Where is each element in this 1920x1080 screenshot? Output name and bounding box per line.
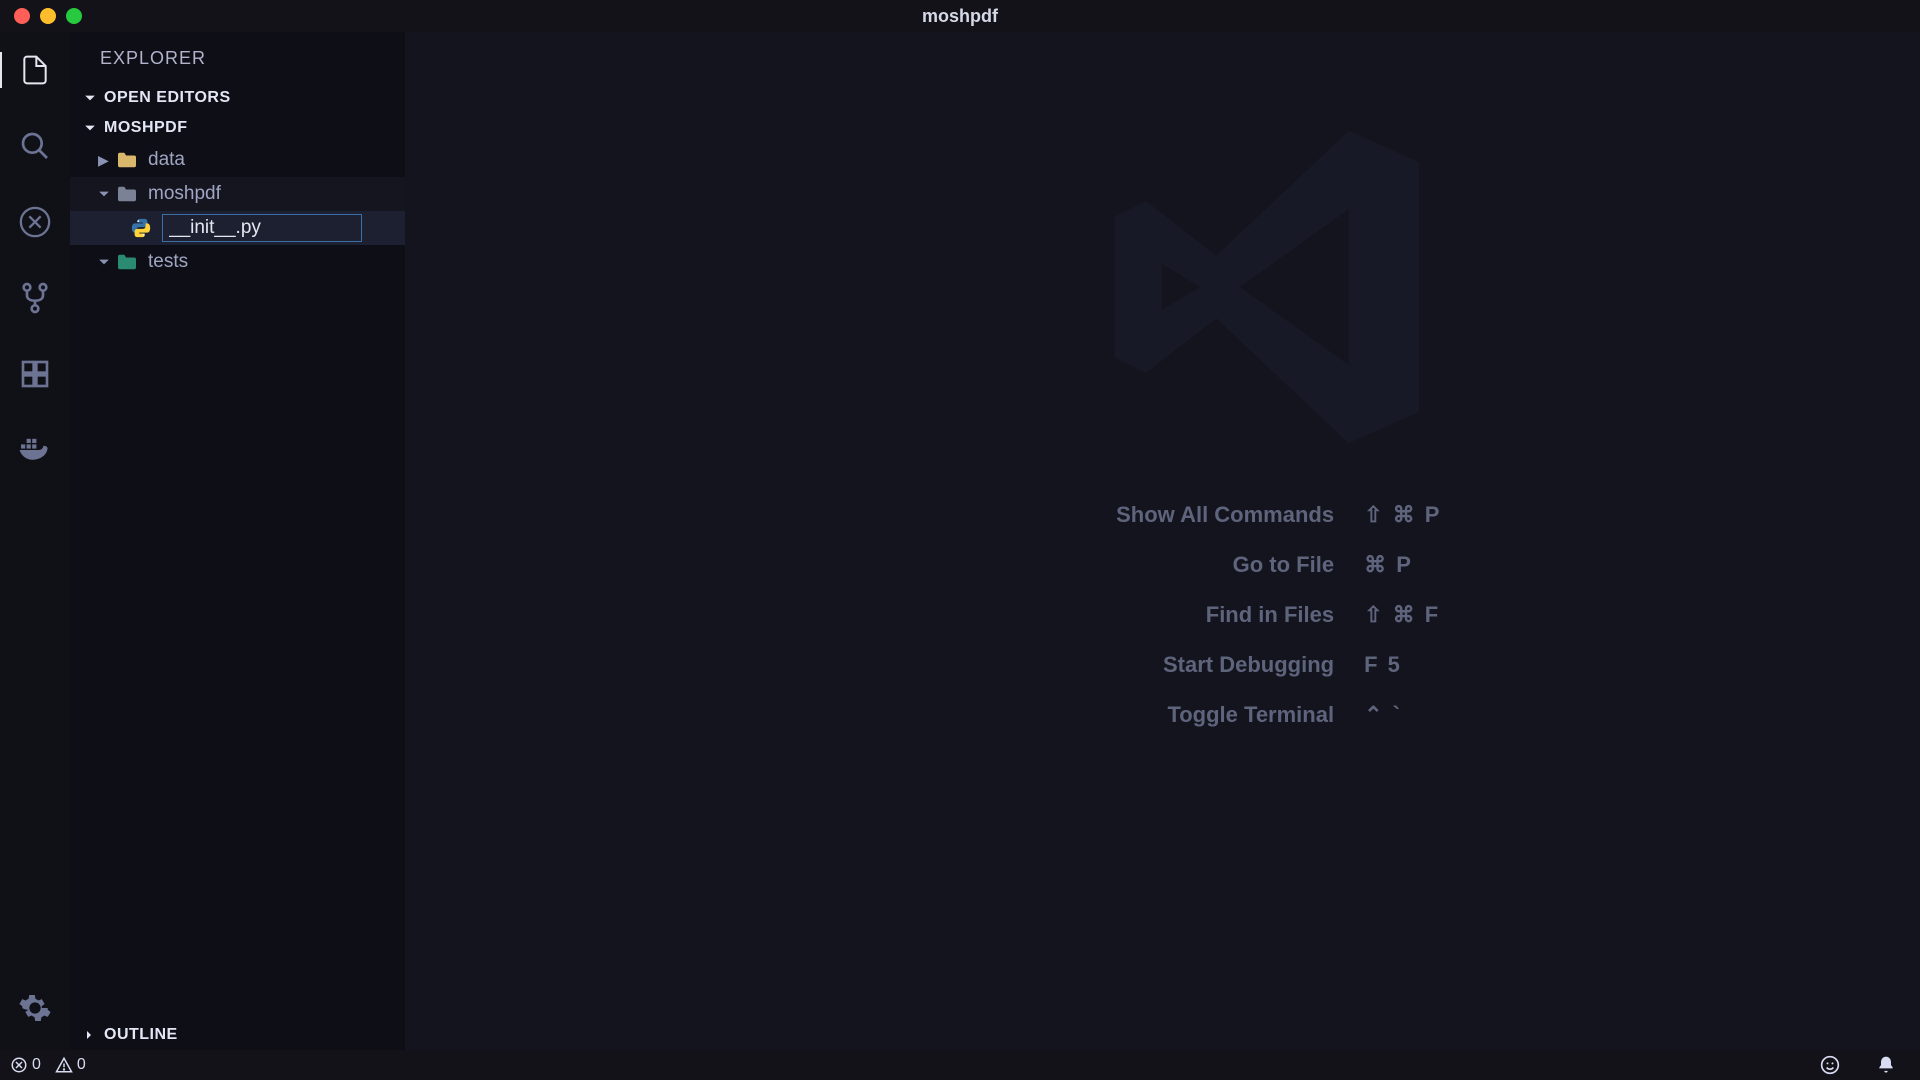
tree-folder-moshpdf[interactable]: moshpdf <box>70 177 405 211</box>
docker-activity-icon[interactable] <box>17 432 53 468</box>
shortcut-keys: ⌘ P <box>1364 552 1666 578</box>
chevron-right-icon: ▶ <box>98 152 116 169</box>
status-notifications-icon[interactable] <box>1876 1055 1896 1075</box>
outline-section[interactable]: Outline <box>70 1020 405 1050</box>
warnings-count: 0 <box>77 1056 86 1074</box>
errors-count: 0 <box>32 1056 41 1074</box>
python-file-icon <box>130 217 152 239</box>
workspace-label: moshpdf <box>104 119 188 137</box>
extensions-activity-icon[interactable] <box>17 356 53 392</box>
sidebar-title: EXPLORER <box>70 32 405 83</box>
shortcut-label: Toggle Terminal <box>947 702 1365 728</box>
explorer-sidebar: EXPLORER Open Editors moshpdf ▶ data <box>70 32 405 1050</box>
window-title: moshpdf <box>922 6 998 27</box>
file-tree: ▶ data moshpdf <box>70 143 405 279</box>
status-warnings[interactable]: 0 <box>55 1056 86 1074</box>
maximize-window-button[interactable] <box>66 8 82 24</box>
source-control-activity-icon[interactable] <box>17 280 53 316</box>
rename-file-input[interactable] <box>162 214 362 242</box>
open-editors-section[interactable]: Open Editors <box>70 83 405 113</box>
workspace-section[interactable]: moshpdf <box>70 113 405 143</box>
chevron-down-icon <box>98 256 116 268</box>
shortcut-row: Toggle Terminal ⌃ ` <box>947 702 1667 728</box>
shortcut-label: Find in Files <box>947 602 1365 628</box>
status-errors[interactable]: 0 <box>10 1056 41 1074</box>
chevron-down-icon <box>84 92 98 104</box>
folder-icon <box>116 149 138 171</box>
chevron-down-icon <box>84 122 98 134</box>
tree-folder-data[interactable]: ▶ data <box>70 143 405 177</box>
folder-open-icon <box>116 183 138 205</box>
shortcut-label: Start Debugging <box>947 652 1365 678</box>
tree-item-label: moshpdf <box>148 183 221 205</box>
settings-gear-icon[interactable] <box>17 990 53 1026</box>
titlebar: moshpdf <box>0 0 1920 32</box>
tree-folder-tests[interactable]: tests <box>70 245 405 279</box>
shortcut-row: Find in Files ⇧ ⌘ F <box>947 602 1667 628</box>
shortcut-row: Show All Commands ⇧ ⌘ P <box>947 502 1667 528</box>
activity-bar <box>0 32 70 1050</box>
workbench: EXPLORER Open Editors moshpdf ▶ data <box>0 32 1920 1050</box>
shortcut-row: Start Debugging F 5 <box>947 652 1667 678</box>
chevron-right-icon <box>84 1029 98 1041</box>
status-bar: 0 0 <box>0 1050 1920 1080</box>
close-window-button[interactable] <box>14 8 30 24</box>
vscode-watermark-icon <box>1063 92 1463 482</box>
open-editors-label: Open Editors <box>104 89 231 107</box>
outline-label: Outline <box>104 1026 178 1044</box>
welcome-shortcuts: Show All Commands ⇧ ⌘ P Go to File ⌘ P F… <box>947 502 1667 728</box>
tree-item-label: data <box>148 149 185 171</box>
shortcut-keys: ⌃ ` <box>1364 702 1666 728</box>
tree-item-label: tests <box>148 251 188 273</box>
shortcut-label: Go to File <box>947 552 1365 578</box>
folder-tests-icon <box>116 251 138 273</box>
shortcut-keys: ⇧ ⌘ P <box>1364 502 1666 528</box>
status-feedback-icon[interactable] <box>1820 1055 1840 1075</box>
minimize-window-button[interactable] <box>40 8 56 24</box>
explorer-activity-icon[interactable] <box>0 52 69 88</box>
shortcut-label: Show All Commands <box>947 502 1365 528</box>
chevron-down-icon <box>98 188 116 200</box>
tree-file-renaming[interactable] <box>70 211 405 245</box>
editor-area: Show All Commands ⇧ ⌘ P Go to File ⌘ P F… <box>405 32 1920 1050</box>
debug-activity-icon[interactable] <box>17 204 53 240</box>
window-controls <box>0 8 82 24</box>
shortcut-keys: F 5 <box>1364 652 1666 678</box>
shortcut-keys: ⇧ ⌘ F <box>1364 602 1666 628</box>
shortcut-row: Go to File ⌘ P <box>947 552 1667 578</box>
search-activity-icon[interactable] <box>17 128 53 164</box>
